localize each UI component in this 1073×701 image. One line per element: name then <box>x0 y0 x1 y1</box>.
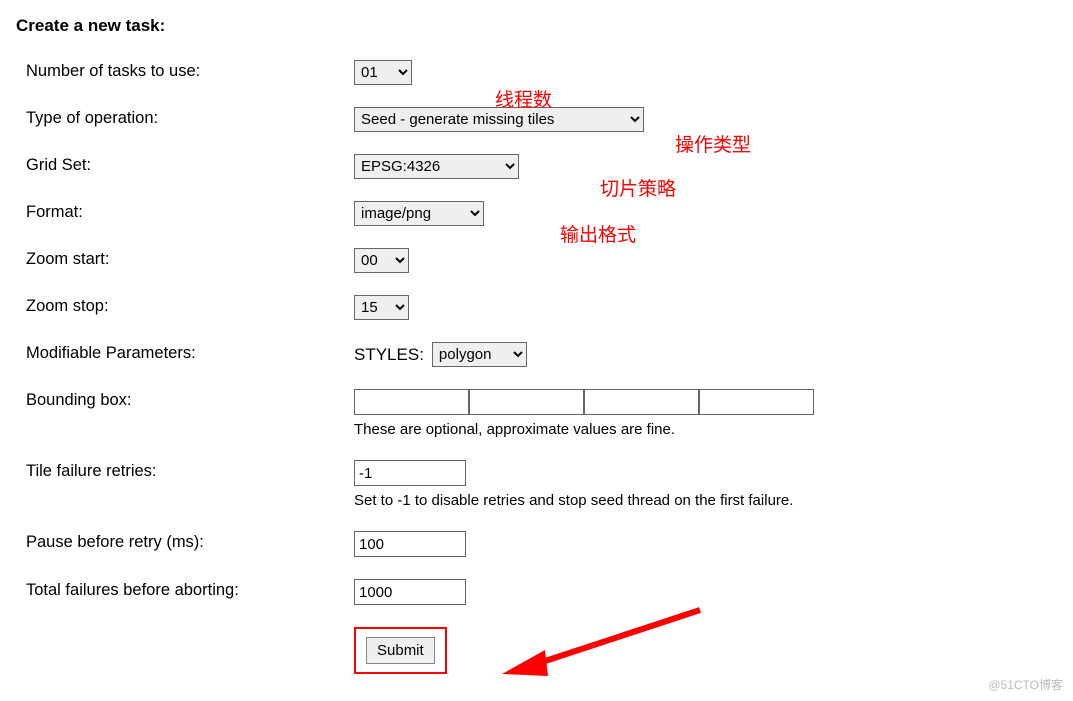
zoom-start-select[interactable]: 00 <box>354 248 409 273</box>
mod-params-label: Modifiable Parameters: <box>26 342 354 363</box>
abort-label: Total failures before aborting: <box>26 579 354 600</box>
annotation-tile-strategy: 切片策略 <box>600 174 676 201</box>
gridset-label: Grid Set: <box>26 154 354 175</box>
bbox-maxx-input[interactable] <box>584 389 699 415</box>
retries-label: Tile failure retries: <box>26 460 354 481</box>
watermark: @51CTO博客 <box>988 676 1063 693</box>
gridset-select[interactable]: EPSG:4326 <box>354 154 519 179</box>
operation-label: Type of operation: <box>26 107 354 128</box>
annotation-out-format: 输出格式 <box>560 220 636 247</box>
styles-label: STYLES: <box>354 345 424 365</box>
bbox-miny-input[interactable] <box>469 389 584 415</box>
num-tasks-label: Number of tasks to use: <box>26 60 354 81</box>
pause-input[interactable] <box>354 531 466 557</box>
retries-help-text: Set to -1 to disable retries and stop se… <box>354 492 793 509</box>
submit-button[interactable]: Submit <box>366 637 435 664</box>
arrow-icon <box>490 600 730 690</box>
num-tasks-select[interactable]: 01 <box>354 60 412 85</box>
format-select[interactable]: image/png <box>354 201 484 226</box>
pause-label: Pause before retry (ms): <box>26 531 354 552</box>
page-title: Create a new task: <box>16 16 1057 36</box>
submit-highlight-box: Submit <box>354 627 447 674</box>
zoom-start-label: Zoom start: <box>26 248 354 269</box>
retries-input[interactable] <box>354 460 466 486</box>
annotation-threads: 线程数 <box>495 85 552 112</box>
bbox-label: Bounding box: <box>26 389 354 410</box>
bbox-minx-input[interactable] <box>354 389 469 415</box>
zoom-stop-label: Zoom stop: <box>26 295 354 316</box>
annotation-op-type: 操作类型 <box>675 130 751 157</box>
format-label: Format: <box>26 201 354 222</box>
bbox-help-text: These are optional, approximate values a… <box>354 421 675 438</box>
bbox-maxy-input[interactable] <box>699 389 814 415</box>
abort-input[interactable] <box>354 579 466 605</box>
zoom-stop-select[interactable]: 15 <box>354 295 409 320</box>
styles-select[interactable]: polygon <box>432 342 527 367</box>
